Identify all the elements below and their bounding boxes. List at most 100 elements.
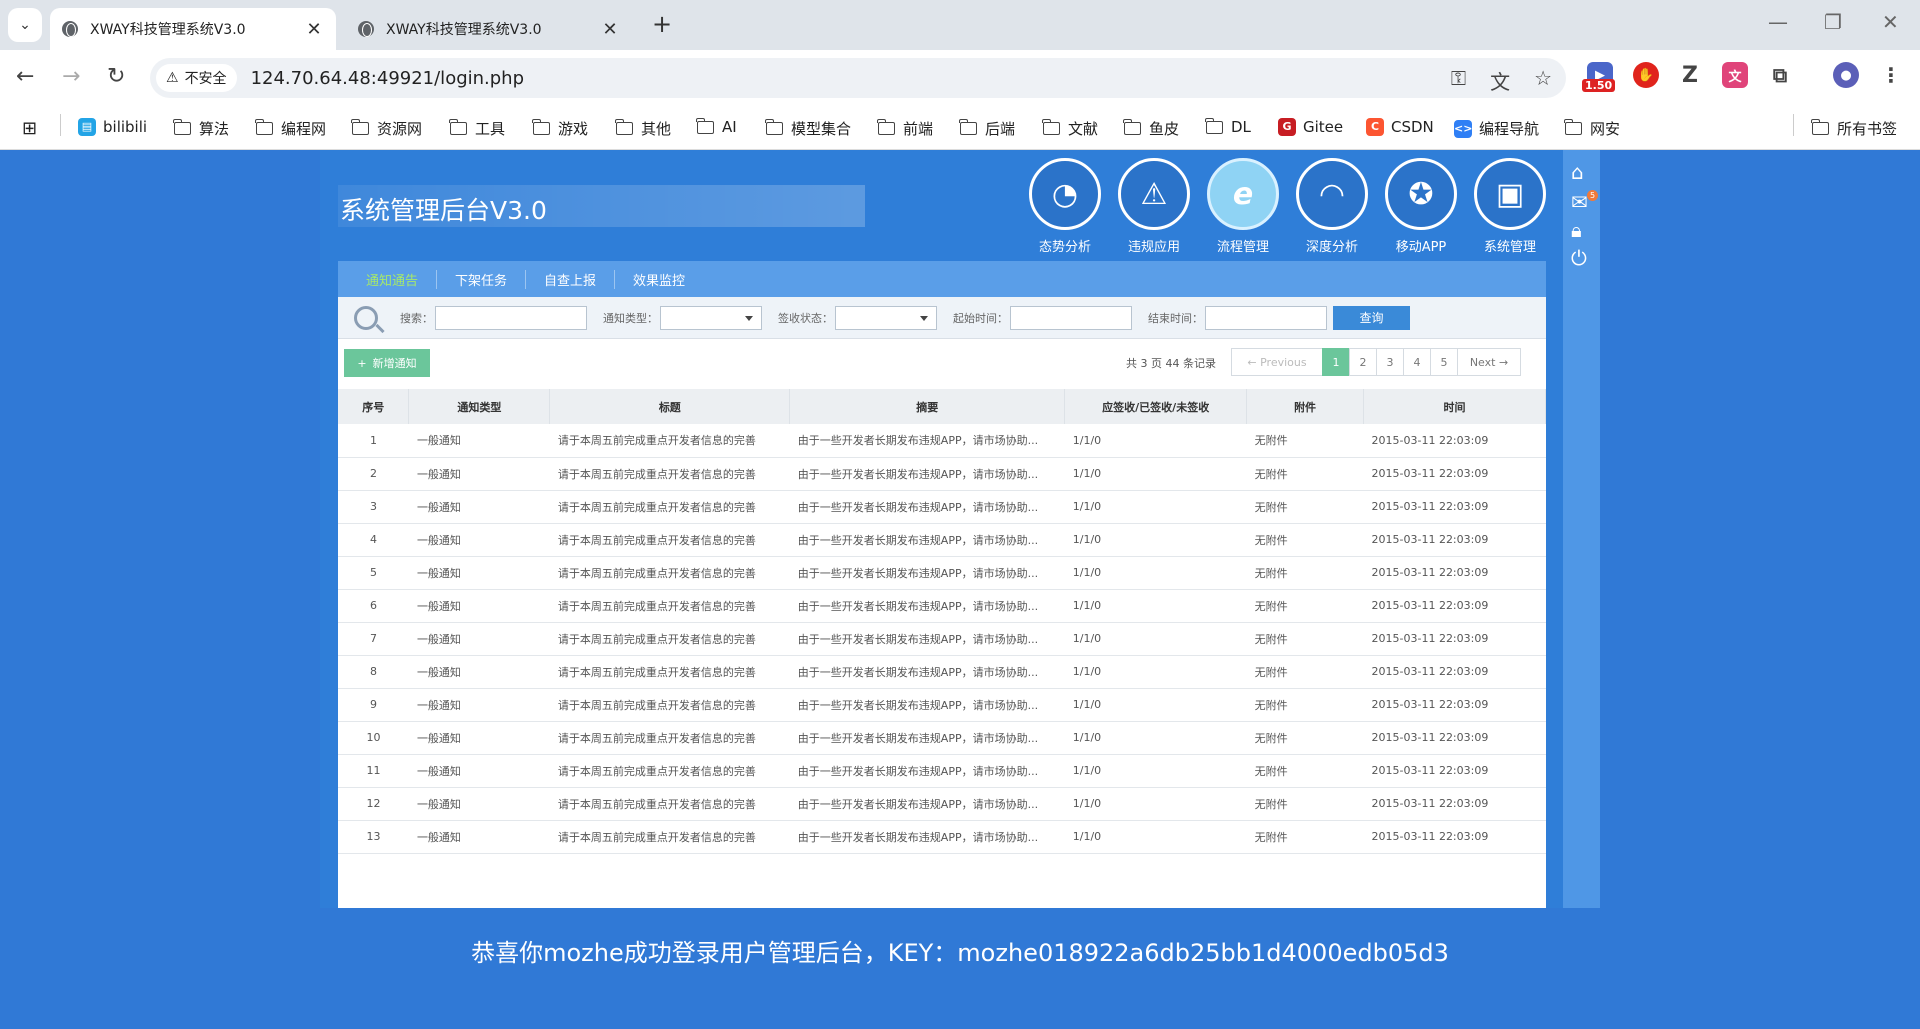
- bookmark-item[interactable]: 后端: [959, 118, 1015, 139]
- table-cell: 无附件: [1246, 490, 1364, 524]
- restore-button[interactable]: ❐: [1824, 10, 1842, 34]
- bookmark-item[interactable]: 其他: [615, 118, 671, 139]
- translate-icon[interactable]: 文: [1490, 66, 1510, 95]
- home-icon[interactable]: ⌂: [1571, 160, 1584, 184]
- bookmark-item[interactable]: 游戏: [532, 118, 588, 139]
- adblock-icon[interactable]: ✋: [1633, 62, 1659, 88]
- bookmark-item[interactable]: DL: [1205, 117, 1251, 136]
- column-header[interactable]: 通知类型: [408, 389, 551, 424]
- bookmark-item[interactable]: 资源网: [351, 118, 422, 139]
- bookmark-item[interactable]: 网安: [1564, 118, 1620, 139]
- bookmark-item[interactable]: 模型集合: [765, 118, 851, 139]
- table-row[interactable]: 13 一般通知 请于本周五前完成重点开发者信息的完善 由于一些开发者长期发布违规APP…: [338, 820, 1546, 854]
- globe-icon: [358, 21, 374, 37]
- lock-icon[interactable]: 🔒︎: [1571, 218, 1582, 242]
- module-situation[interactable]: ◔ 态势分析: [1027, 158, 1103, 255]
- bookmark-item[interactable]: C CSDN: [1366, 118, 1434, 136]
- query-button[interactable]: 查询: [1333, 305, 1410, 330]
- power-icon[interactable]: ⏻: [1571, 246, 1587, 270]
- browser-tab-1[interactable]: XWAY科技管理系统V3.0 ✕: [50, 8, 336, 50]
- key-icon[interactable]: ⚿: [1451, 66, 1466, 95]
- tab-self-report[interactable]: 自查上报: [526, 269, 616, 289]
- table-row[interactable]: 7 一般通知 请于本周五前完成重点开发者信息的完善 由于一些开发者长期发布违规APP，…: [338, 622, 1546, 656]
- table-row[interactable]: 10 一般通知 请于本周五前完成重点开发者信息的完善 由于一些开发者长期发布违规APP…: [338, 721, 1546, 755]
- all-bookmarks[interactable]: 所有书签: [1811, 118, 1897, 139]
- globe-icon: [62, 21, 78, 37]
- bookmark-item[interactable]: 工具: [449, 118, 505, 139]
- z-extension-icon[interactable]: Z: [1677, 62, 1703, 88]
- table-row[interactable]: 8 一般通知 请于本周五前完成重点开发者信息的完善 由于一些开发者长期发布违规APP，…: [338, 655, 1546, 689]
- folder-icon: [615, 119, 633, 135]
- column-header[interactable]: 附件: [1246, 389, 1365, 424]
- bookmark-item[interactable]: 编程网: [255, 118, 326, 139]
- bookmark-item[interactable]: 前端: [877, 118, 933, 139]
- close-window-button[interactable]: ✕: [1882, 10, 1899, 34]
- back-button[interactable]: ←: [16, 64, 34, 89]
- tab-effect-monitor[interactable]: 效果监控: [615, 270, 703, 289]
- column-header[interactable]: 序号: [338, 389, 410, 424]
- table-row[interactable]: 12 一般通知 请于本周五前完成重点开发者信息的完善 由于一些开发者长期发布违规APP…: [338, 787, 1546, 821]
- apps-icon[interactable]: ⊞: [22, 118, 37, 139]
- pagination: ← Previous 1 2 3 4 5 Next →: [1231, 348, 1521, 376]
- star-icon[interactable]: ☆: [1534, 66, 1552, 95]
- type-select[interactable]: [660, 305, 762, 330]
- page-button[interactable]: 5: [1430, 348, 1458, 376]
- security-indicator[interactable]: ⚠ 不安全: [156, 64, 237, 92]
- module-violation[interactable]: ⚠ 违规应用: [1116, 158, 1192, 255]
- minimize-button[interactable]: —: [1768, 10, 1788, 34]
- table-row[interactable]: 5 一般通知 请于本周五前完成重点开发者信息的完善 由于一些开发者长期发布违规APP，…: [338, 556, 1546, 590]
- reload-button[interactable]: ↻: [107, 64, 125, 89]
- puzzle-icon[interactable]: ⧉: [1767, 62, 1793, 88]
- table-row[interactable]: 3 一般通知 请于本周五前完成重点开发者信息的完善 由于一些开发者长期发布违规APP，…: [338, 490, 1546, 524]
- avatar[interactable]: ●: [1833, 62, 1859, 88]
- bookmark-item[interactable]: G Gitee: [1278, 118, 1343, 136]
- start-time-input[interactable]: [1010, 305, 1132, 330]
- table-row[interactable]: 9 一般通知 请于本周五前完成重点开发者信息的完善 由于一些开发者长期发布违规APP，…: [338, 688, 1546, 722]
- mail-icon[interactable]: ✉: [1571, 190, 1588, 214]
- sign-select[interactable]: [835, 305, 937, 330]
- page-button[interactable]: 4: [1403, 348, 1431, 376]
- page-button[interactable]: 2: [1349, 348, 1377, 376]
- browser-tab-2[interactable]: XWAY科技管理系统V3.0 ✕: [346, 8, 632, 50]
- column-header[interactable]: 时间: [1363, 389, 1546, 424]
- table-row[interactable]: 4 一般通知 请于本周五前完成重点开发者信息的完善 由于一些开发者长期发布违规APP，…: [338, 523, 1546, 557]
- page-button[interactable]: 1: [1322, 348, 1350, 376]
- next-page-button[interactable]: Next →: [1457, 348, 1521, 376]
- table-row[interactable]: 11 一般通知 请于本周五前完成重点开发者信息的完善 由于一些开发者长期发布违规APP…: [338, 754, 1546, 788]
- module-system[interactable]: ▣ 系统管理: [1472, 158, 1548, 255]
- prev-page-button[interactable]: ← Previous: [1231, 348, 1323, 376]
- module-process[interactable]: e 流程管理: [1205, 158, 1281, 255]
- url-text[interactable]: 124.70.64.48:49921/login.php: [251, 68, 524, 89]
- keyword-input[interactable]: [435, 305, 587, 330]
- column-header[interactable]: 应签收/已签收/未签收: [1064, 389, 1248, 424]
- table-cell: 请于本周五前完成重点开发者信息的完善: [549, 655, 790, 689]
- translator-icon[interactable]: 文: [1722, 62, 1748, 88]
- column-header[interactable]: 标题: [549, 389, 791, 424]
- bookmark-item[interactable]: AI: [696, 117, 737, 136]
- forward-button[interactable]: →: [62, 64, 80, 89]
- table-row[interactable]: 2 一般通知 请于本周五前完成重点开发者信息的完善 由于一些开发者长期发布违规APP，…: [338, 457, 1546, 491]
- page-button[interactable]: 3: [1376, 348, 1404, 376]
- bookmark-item[interactable]: 算法: [173, 118, 229, 139]
- bookmark-item[interactable]: 文献: [1042, 118, 1098, 139]
- module-depth[interactable]: ◠ 深度分析: [1294, 158, 1370, 255]
- bookmark-label: bilibili: [103, 118, 148, 136]
- bookmark-item[interactable]: ▤ bilibili: [78, 118, 147, 136]
- close-icon[interactable]: ✕: [600, 19, 620, 40]
- end-time-input[interactable]: [1205, 305, 1327, 330]
- table-row[interactable]: 1 一般通知 请于本周五前完成重点开发者信息的完善 由于一些开发者长期发布违规APP，…: [338, 424, 1546, 458]
- tab-notice[interactable]: 通知通告: [348, 269, 438, 289]
- add-notice-button[interactable]: + 新增通知: [344, 349, 430, 377]
- column-header[interactable]: 摘要: [789, 389, 1066, 424]
- tab-search-button[interactable]: ⌄: [8, 8, 42, 42]
- close-icon[interactable]: ✕: [304, 19, 324, 40]
- omnibox[interactable]: ⚠ 不安全 124.70.64.48:49921/login.php ⚿ 文 ☆: [150, 58, 1566, 98]
- new-tab-button[interactable]: +: [652, 10, 672, 38]
- tab-offline-task[interactable]: 下架任务: [437, 269, 527, 289]
- bookmark-item[interactable]: 鱼皮: [1123, 118, 1179, 139]
- more-icon[interactable]: ⋮: [1878, 62, 1904, 88]
- table-cell: 由于一些开发者长期发布违规APP，请市场协助...: [789, 589, 1065, 623]
- table-row[interactable]: 6 一般通知 请于本周五前完成重点开发者信息的完善 由于一些开发者长期发布违规APP，…: [338, 589, 1546, 623]
- module-mobile[interactable]: ✪ 移动APP: [1383, 158, 1459, 255]
- bookmark-item[interactable]: <> 编程导航: [1454, 118, 1539, 139]
